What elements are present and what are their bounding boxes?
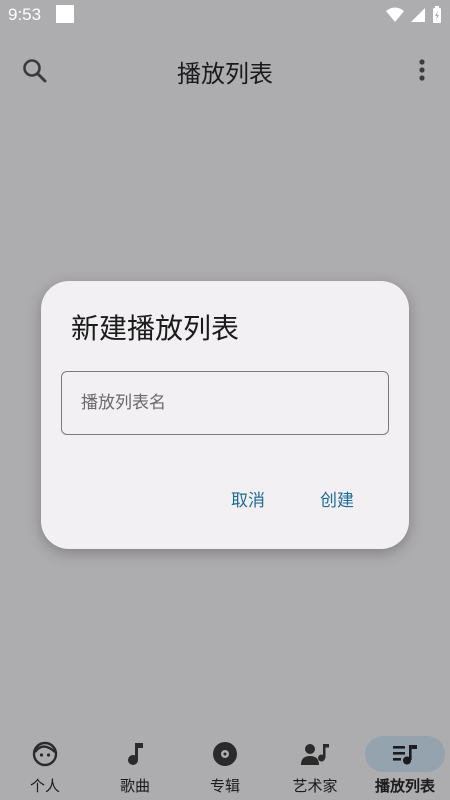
nav-label: 专辑 (209, 777, 240, 795)
status-time: 9:53 (8, 5, 42, 24)
dialog-title: 新建播放列表 (71, 312, 240, 345)
notification-icon (56, 5, 74, 23)
battery-icon (433, 6, 441, 23)
wifi-icon (386, 7, 404, 22)
playlist-name-input[interactable] (61, 371, 389, 435)
cancel-button[interactable]: 取消 (231, 486, 265, 511)
queue-music-icon (393, 745, 417, 765)
nav-item-albums[interactable]: 专辑 (180, 730, 270, 800)
nav-label: 歌曲 (119, 777, 150, 795)
more-vert-icon (419, 59, 425, 81)
nav-item-artists[interactable]: 艺术家 (270, 730, 360, 800)
nav-item-playlists[interactable]: 播放列表 (360, 730, 450, 800)
nav-item-songs[interactable]: 歌曲 (90, 730, 180, 800)
page-title: 播放列表 (177, 60, 273, 88)
music-note-icon (128, 743, 143, 765)
nav-label: 艺术家 (292, 777, 338, 795)
status-icons (386, 6, 442, 24)
status-bar: 9:53 (0, 0, 450, 30)
more-options-button[interactable] (410, 56, 434, 86)
create-button[interactable]: 创建 (320, 486, 354, 511)
artist-icon (301, 744, 329, 765)
new-playlist-dialog: 新建播放列表 取消 创建 (41, 281, 409, 549)
nav-label: 播放列表 (374, 777, 435, 795)
nav-item-personal[interactable]: 个人 (0, 730, 90, 800)
nav-label: 个人 (29, 777, 60, 795)
signal-icon (411, 8, 425, 22)
face-icon (32, 741, 58, 767)
bottom-navigation: 个人 歌曲 专辑 艺术家 播放列表 (0, 730, 450, 800)
app-bar: 播放列表 (0, 30, 450, 110)
album-icon (213, 742, 237, 766)
